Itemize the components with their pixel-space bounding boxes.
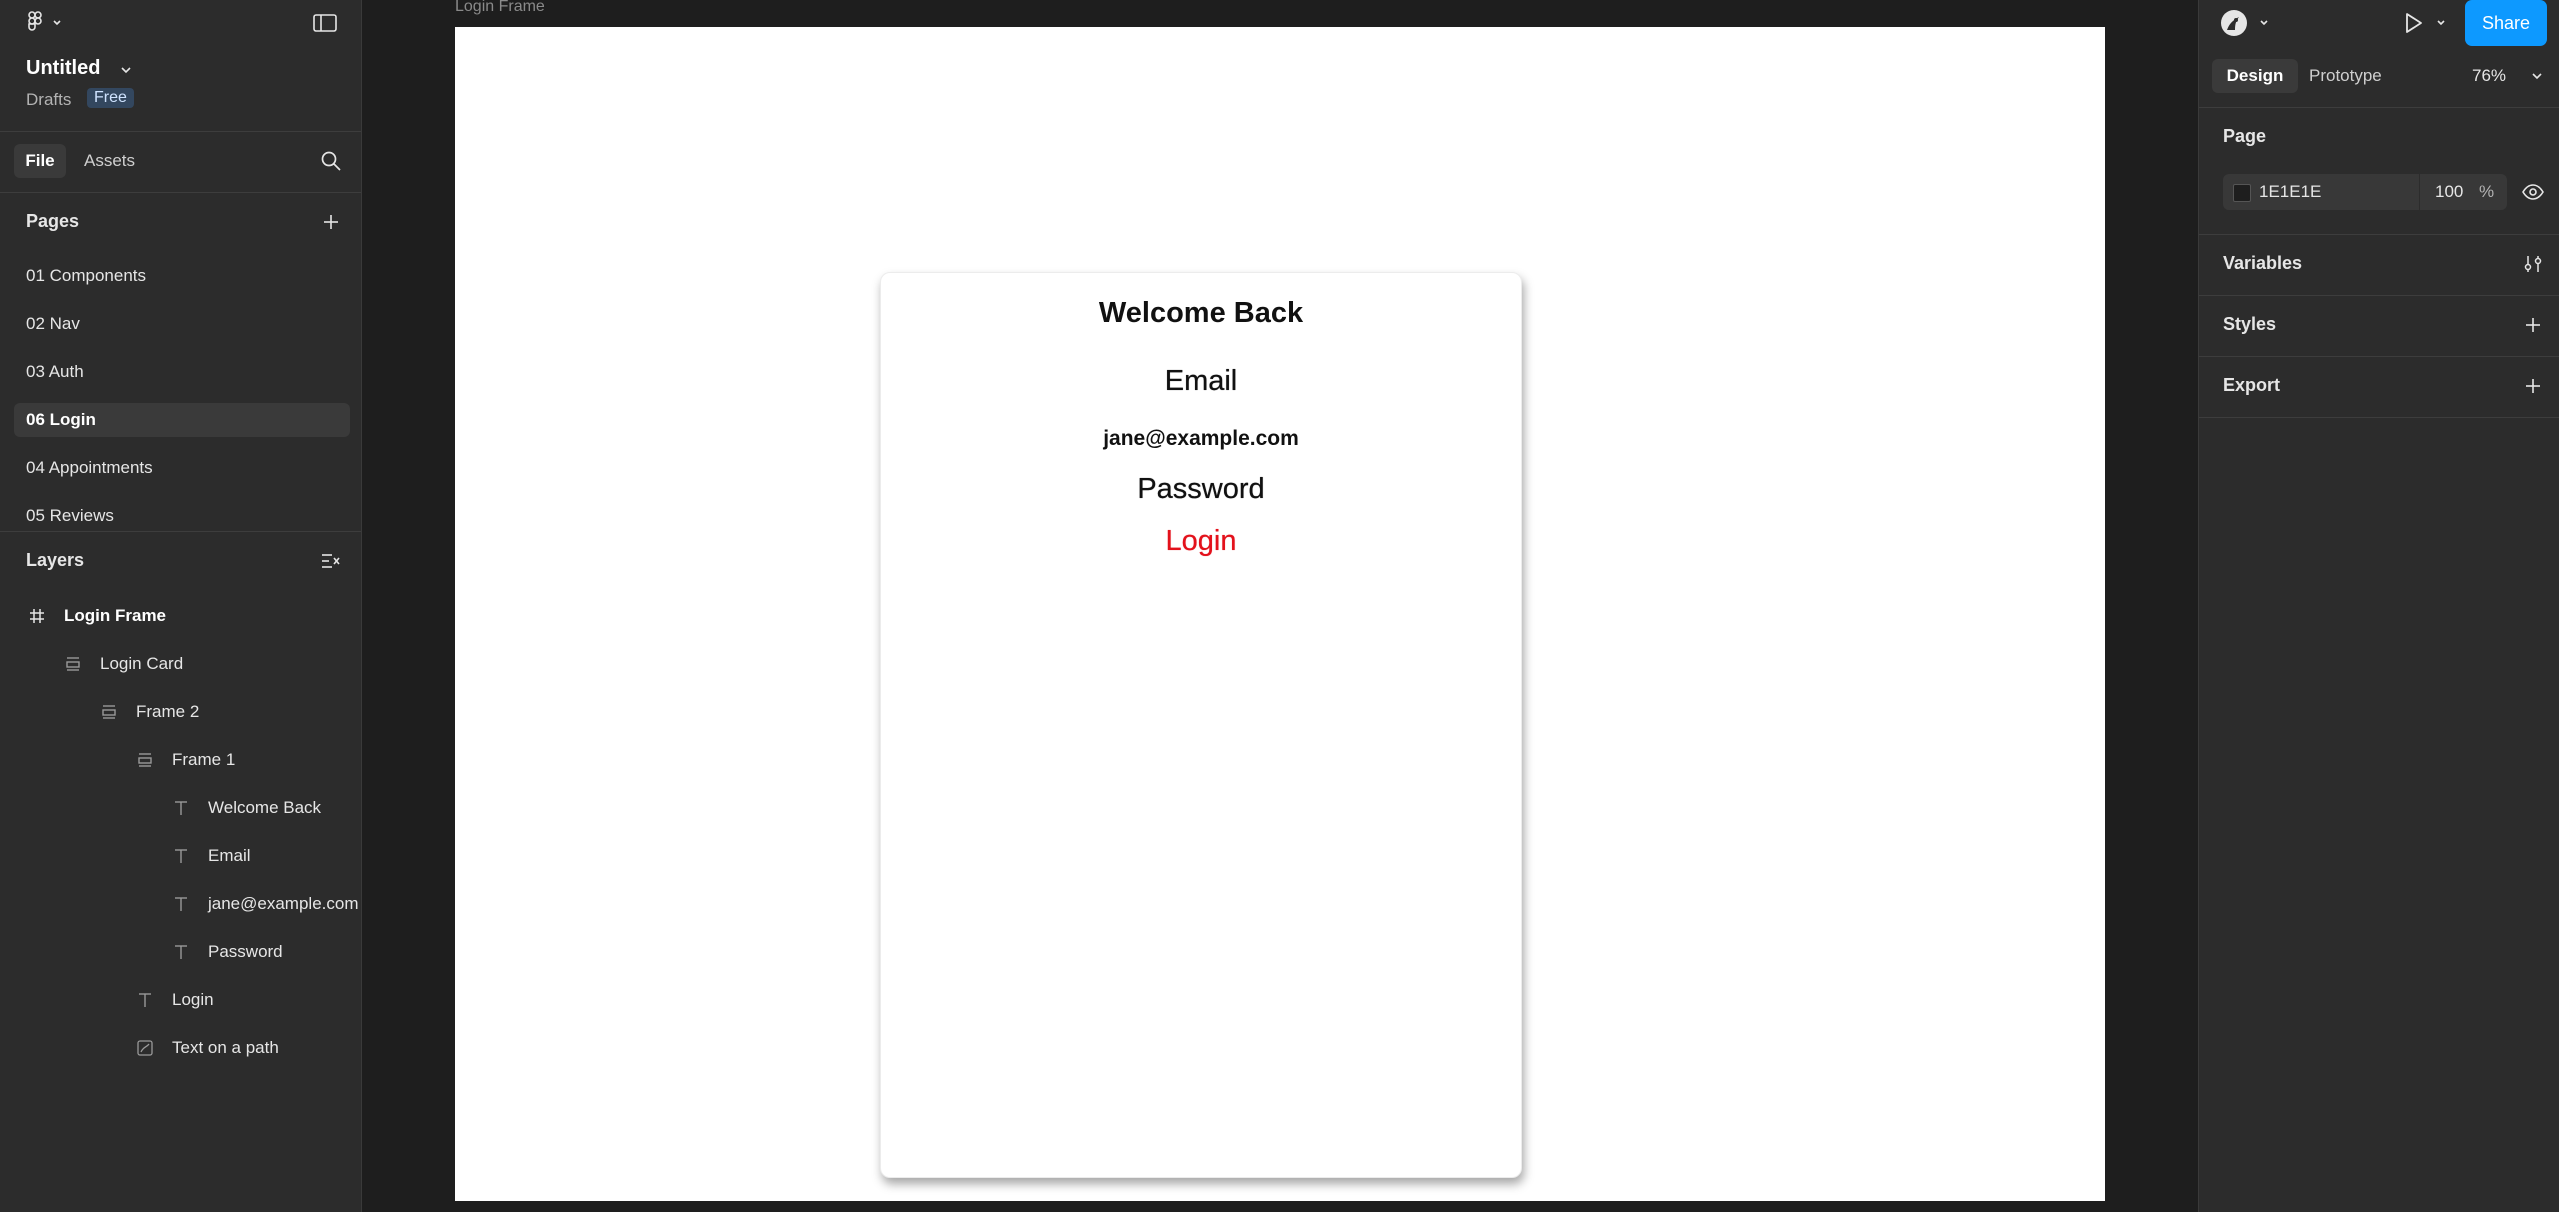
- page-item[interactable]: 03 Auth: [14, 355, 350, 389]
- present-button[interactable]: [2401, 10, 2453, 36]
- login-frame[interactable]: Welcome Back Email jane@example.com Pass…: [455, 27, 2105, 1201]
- plus-icon: [324, 215, 338, 229]
- sliders-icon: [2524, 256, 2542, 272]
- page-item[interactable]: 04 Appointments: [14, 451, 350, 485]
- page-opacity[interactable]: 100: [2435, 182, 2463, 202]
- layer-label: Welcome Back: [208, 798, 322, 817]
- layer-label: Frame 2: [136, 702, 200, 721]
- text-icon: [175, 897, 187, 911]
- add-style-button[interactable]: [2524, 316, 2542, 334]
- right-sidebar: Share Design Prototype 76% Page 1E1E1E 1…: [2198, 0, 2559, 1212]
- figma-logo-icon: [28, 11, 61, 31]
- layer-label: Login Card: [100, 654, 184, 673]
- main-menu-button[interactable]: [26, 10, 66, 36]
- search-button[interactable]: [320, 150, 342, 172]
- file-menu-chevron-icon[interactable]: [118, 62, 134, 78]
- opacity-unit: %: [2479, 182, 2495, 201]
- autolayout-icon: [66, 657, 80, 671]
- styles-heading: Styles: [2223, 314, 2277, 334]
- text-icon: [175, 945, 187, 959]
- login-text[interactable]: Login: [881, 525, 1521, 558]
- page-section-heading: Page: [2223, 126, 2267, 146]
- plan-badge: Free: [87, 88, 134, 108]
- export-heading: Export: [2223, 375, 2281, 395]
- layer-label: Email: [208, 846, 251, 865]
- search-icon: [321, 151, 341, 171]
- divider: [0, 192, 361, 193]
- variables-button[interactable]: [2522, 254, 2544, 274]
- divider: [2199, 417, 2559, 418]
- email-label[interactable]: Email: [881, 365, 1521, 398]
- variables-heading: Variables: [2223, 253, 2303, 273]
- divider: [2199, 356, 2559, 357]
- add-page-button[interactable]: [321, 212, 341, 232]
- divider: [0, 531, 361, 532]
- layer-label: Login: [172, 990, 214, 1009]
- page-item[interactable]: 05 Reviews: [14, 499, 350, 525]
- email-value[interactable]: jane@example.com: [881, 427, 1521, 451]
- layer-label: Password: [208, 942, 283, 961]
- page-item[interactable]: 01 Components: [14, 259, 350, 293]
- avatar-icon: [2221, 10, 2268, 36]
- zoom-level[interactable]: 76%: [2472, 59, 2506, 93]
- collapse-layers-icon: [322, 554, 340, 568]
- page-item[interactable]: 02 Nav: [14, 307, 350, 341]
- login-card[interactable]: Welcome Back Email jane@example.com Pass…: [880, 272, 1522, 1178]
- layers-heading: Layers: [26, 550, 85, 570]
- frame-icon: [30, 609, 44, 623]
- account-menu-button[interactable]: [2219, 8, 2275, 38]
- share-button[interactable]: Share: [2465, 0, 2547, 46]
- layer-label: Login Frame: [64, 606, 167, 625]
- file-location[interactable]: Drafts: [26, 90, 71, 110]
- frame-label[interactable]: Login Frame: [455, 0, 545, 16]
- sidebar-panel-icon: [313, 14, 337, 32]
- text-icon: [175, 849, 187, 863]
- layer-label: Frame 1: [172, 750, 236, 769]
- add-export-button[interactable]: [2524, 377, 2542, 395]
- tab-assets[interactable]: Assets: [84, 144, 135, 178]
- divider: [0, 131, 361, 132]
- play-icon: [2406, 13, 2445, 33]
- page-fill-row[interactable]: 1E1E1E 100 %: [2223, 174, 2507, 210]
- tab-prototype[interactable]: Prototype: [2309, 59, 2382, 93]
- card-title[interactable]: Welcome Back: [881, 297, 1521, 330]
- plus-icon: [2526, 318, 2540, 332]
- text-icon: [175, 801, 187, 815]
- plus-icon: [2526, 379, 2540, 393]
- divider: [2199, 107, 2559, 108]
- canvas[interactable]: Login Frame Welcome Back Email jane@exam…: [362, 0, 2198, 1212]
- page-color-hex[interactable]: 1E1E1E: [2259, 182, 2321, 202]
- toggle-sidebar-button[interactable]: [312, 12, 338, 34]
- layer-label: Text on a path: [172, 1038, 279, 1057]
- tab-file[interactable]: File: [14, 144, 66, 178]
- eye-icon: [2522, 184, 2544, 200]
- page-color-swatch[interactable]: [2233, 184, 2251, 202]
- toggle-visibility-button[interactable]: [2521, 181, 2545, 203]
- text-path-icon: [137, 1040, 153, 1056]
- page-item-active[interactable]: 06 Login: [14, 403, 350, 437]
- layer-label: jane@example.com: [208, 894, 359, 913]
- zoom-chevron-icon[interactable]: [2529, 68, 2545, 84]
- password-label[interactable]: Password: [881, 473, 1521, 506]
- autolayout-icon: [138, 753, 152, 767]
- left-sidebar: Untitled Drafts Free File Assets Pages 0…: [0, 0, 362, 1212]
- divider: [2199, 234, 2559, 235]
- divider: [2419, 174, 2420, 210]
- collapse-layers-button[interactable]: [320, 551, 342, 571]
- text-icon: [139, 993, 151, 1007]
- tab-design[interactable]: Design: [2212, 59, 2298, 93]
- file-title[interactable]: Untitled: [26, 57, 100, 80]
- pages-heading: Pages: [26, 211, 80, 231]
- divider: [2199, 295, 2559, 296]
- autolayout-icon: [102, 705, 116, 719]
